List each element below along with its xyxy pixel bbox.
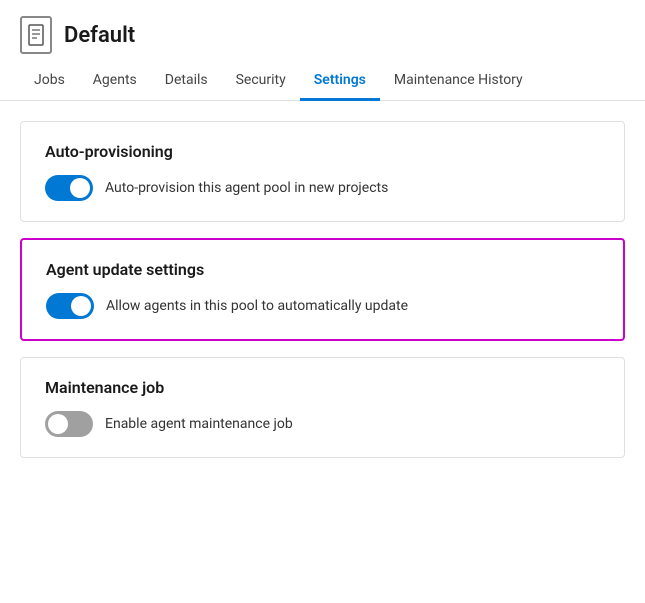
auto-provisioning-title: Auto-provisioning xyxy=(45,142,600,161)
maintenance-toggle-row: Enable agent maintenance job xyxy=(45,411,600,437)
tab-maintenance-history[interactable]: Maintenance History xyxy=(380,62,537,101)
header-icon xyxy=(20,16,52,54)
tab-agents[interactable]: Agents xyxy=(79,62,151,101)
maintenance-job-title: Maintenance job xyxy=(45,378,600,397)
header: Default xyxy=(0,0,645,62)
auto-update-row: Allow agents in this pool to automatical… xyxy=(46,293,599,319)
page-title: Default xyxy=(64,23,135,48)
auto-update-toggle[interactable] xyxy=(46,293,94,319)
agent-update-title: Agent update settings xyxy=(46,260,599,279)
content: Auto-provisioning Auto-provision this ag… xyxy=(0,101,645,478)
maintenance-toggle[interactable] xyxy=(45,411,93,437)
maintenance-job-card: Maintenance job Enable agent maintenance… xyxy=(20,357,625,458)
page-container: Default Jobs Agents Details Security Set… xyxy=(0,0,645,603)
tab-security[interactable]: Security xyxy=(222,62,300,101)
auto-provision-label: Auto-provision this agent pool in new pr… xyxy=(105,180,388,196)
auto-provision-row: Auto-provision this agent pool in new pr… xyxy=(45,175,600,201)
tab-jobs[interactable]: Jobs xyxy=(20,62,79,101)
tab-details[interactable]: Details xyxy=(151,62,222,101)
nav-tabs: Jobs Agents Details Security Settings Ma… xyxy=(0,62,645,101)
auto-update-label: Allow agents in this pool to automatical… xyxy=(106,298,408,314)
maintenance-label: Enable agent maintenance job xyxy=(105,416,293,432)
agent-update-card: Agent update settings Allow agents in th… xyxy=(20,238,625,341)
auto-provision-toggle[interactable] xyxy=(45,175,93,201)
tab-settings[interactable]: Settings xyxy=(300,62,380,101)
auto-provisioning-card: Auto-provisioning Auto-provision this ag… xyxy=(20,121,625,222)
